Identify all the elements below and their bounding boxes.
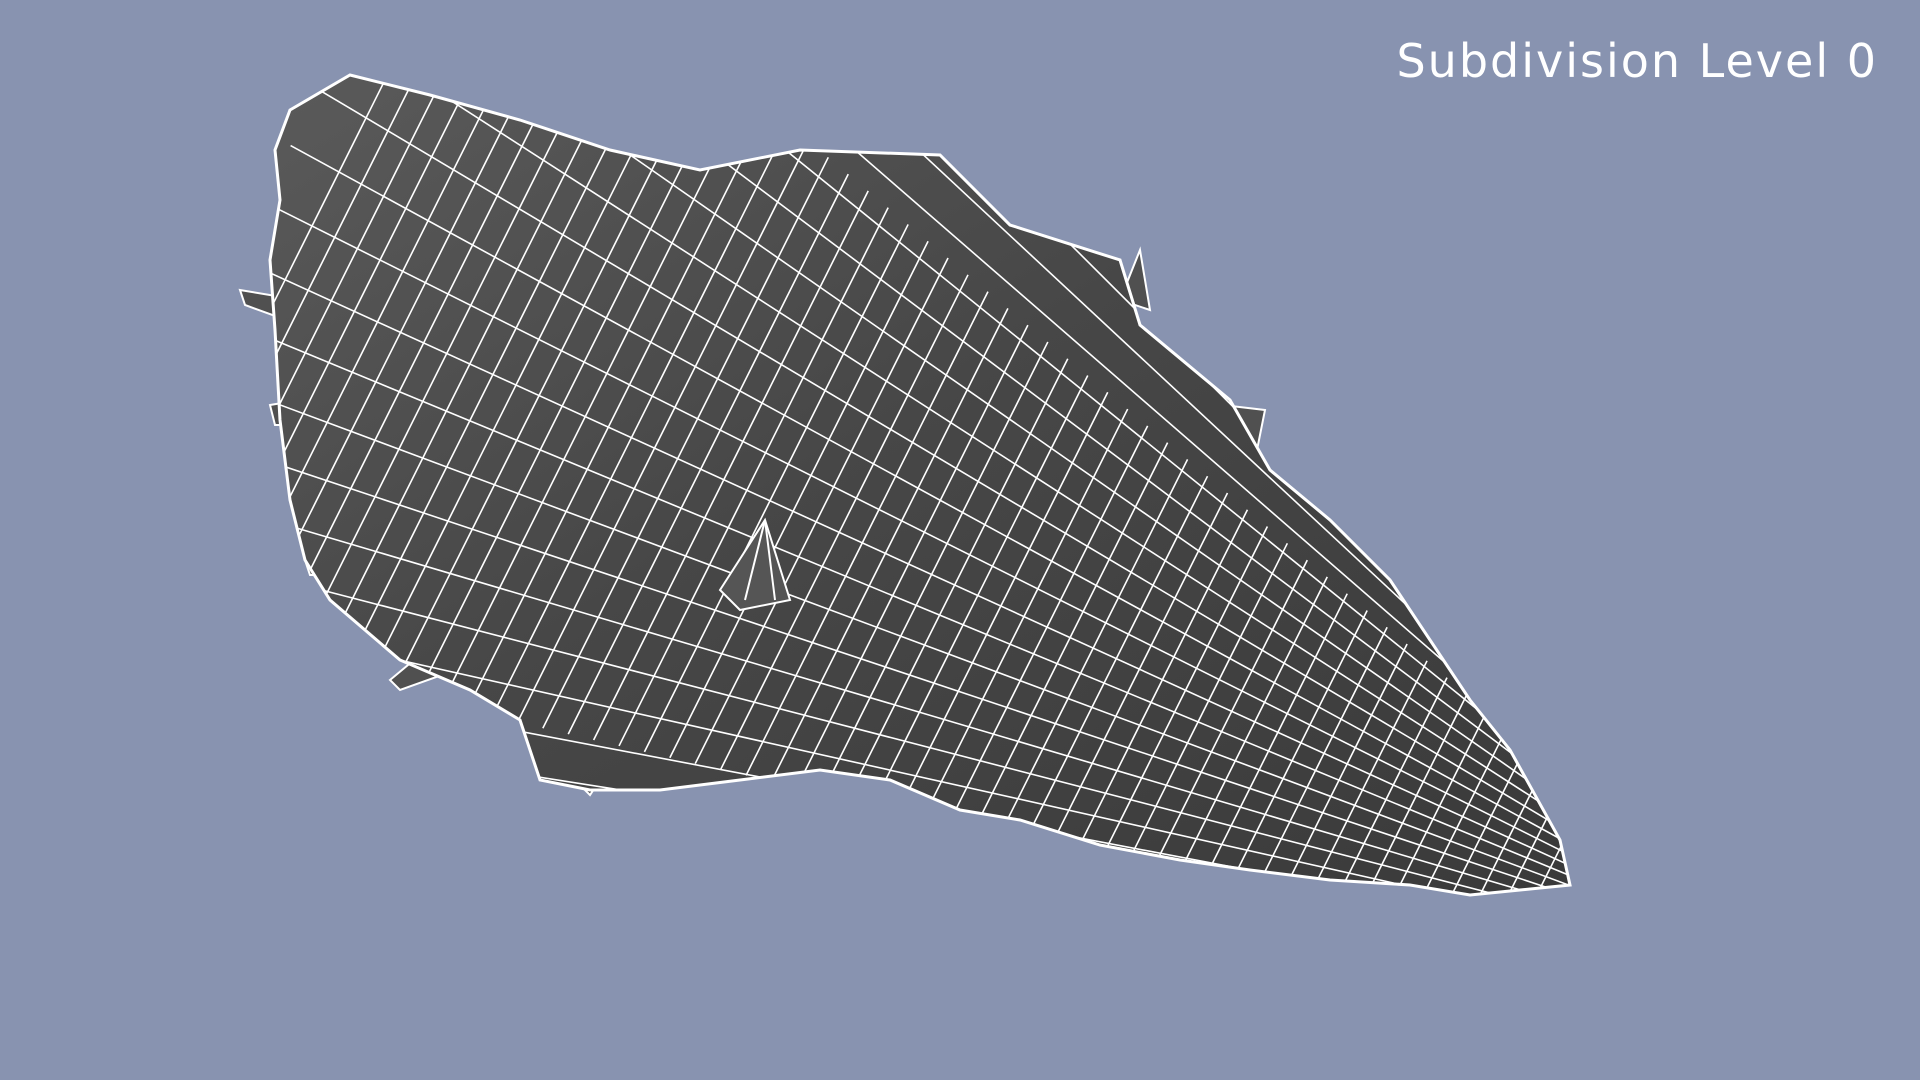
shell-mesh-render[interactable] — [0, 0, 1920, 1080]
subdivision-level-label: Subdivision Level 0 — [1396, 34, 1878, 88]
3d-viewport[interactable]: Subdivision Level 0 — [0, 0, 1920, 1080]
